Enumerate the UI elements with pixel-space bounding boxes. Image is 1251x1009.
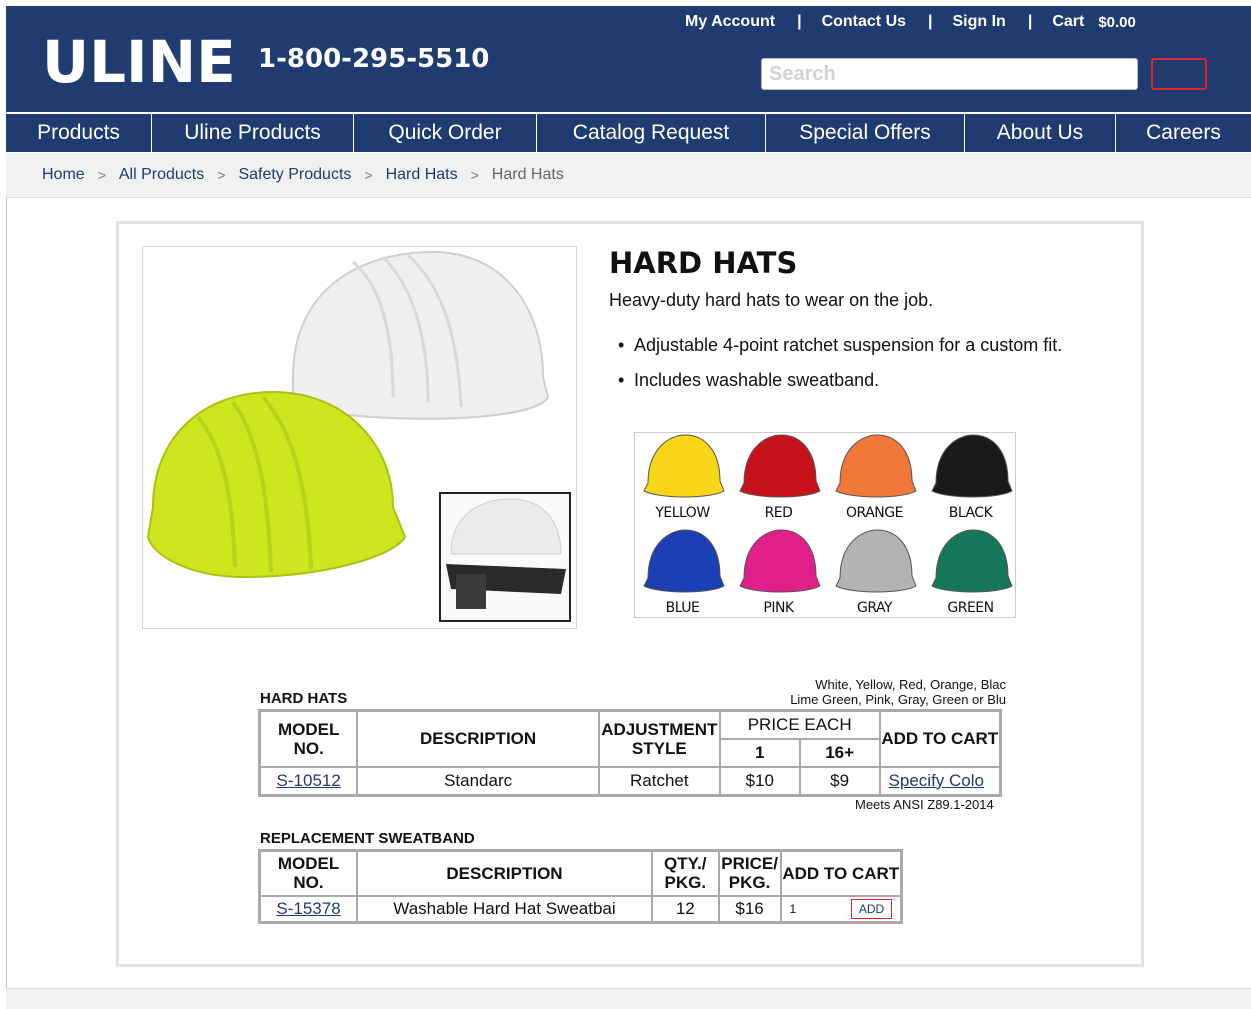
header-add-to-cart: ADD TO CART [878,709,1002,768]
swatch-label: GREEN [947,600,994,616]
specify-color-link[interactable]: Specify Colo [889,771,984,790]
main-nav: Products Uline Products Quick Order Cata… [6,114,1251,152]
quantity-input[interactable]: 1 [790,902,797,916]
breadcrumb-safety-products[interactable]: Safety Products [238,166,351,184]
price-16-cell: $9 [798,765,881,797]
swatch-yellow: YELLOW [635,433,730,526]
color-swatch-grid: YELLOW RED ORANGE BLACK BLUE PINK GRAY G… [634,432,1016,618]
price-cell: $16 [717,894,782,924]
hat-shape [835,434,917,498]
sweatband-table-caption: REPLACEMENT SWEATBAND [260,830,475,847]
breadcrumb: Home > All Products > Safety Products > … [6,153,1251,198]
price-1-cell: $10 [718,765,801,797]
color-availability-note: White, Yellow, Red, Orange, Blac Lime Gr… [700,677,1006,707]
breadcrumb-separator: > [97,167,106,183]
separator: | [1027,13,1033,30]
table-row: S-10512 Standarc Ratchet $10 $9 Specify … [258,765,1002,797]
swatch-label: YELLOW [655,505,710,521]
swatch-label: ORANGE [846,505,903,521]
hard-hats-table-caption: HARD HATS [260,690,348,707]
qty-cell: 12 [650,894,720,924]
breadcrumb-current: Hard Hats [491,166,564,183]
breadcrumb-hard-hats[interactable]: Hard Hats [386,166,458,184]
hat-shape [931,434,1013,498]
hard-hats-table: MODEL NO. DESCRIPTION ADJUSTMENT STYLE P… [258,709,1002,797]
header-add-to-cart: ADD TO CART [779,849,903,897]
sign-in-link[interactable]: Sign In [953,13,1006,31]
top-links: My Account | Contact Us | Sign In | Cart… [685,12,1136,32]
header-qty-16: 16+ [798,737,881,768]
adjustment-cell: Ratchet [597,765,721,797]
hat-shape [835,529,917,593]
description-cell: Washable Hard Hat Sweatbai [356,894,653,924]
note-line: Lime Green, Pink, Gray, Green or Blu [790,692,1006,707]
sweatband-table: MODEL NO. DESCRIPTION QTY./ PKG. PRICE/ … [258,849,903,924]
header-price-each: PRICE EACH [718,709,881,740]
my-account-link[interactable]: My Account [685,13,775,31]
hat-shape [643,529,725,593]
breadcrumb-separator: > [217,167,226,183]
uline-logo[interactable]: ULINE [42,28,236,96]
header-qty-1: 1 [718,737,801,768]
swatch-orange: ORANGE [827,433,922,526]
swatch-black: BLACK [923,433,1018,526]
separator: | [928,13,933,30]
search-button[interactable] [1151,58,1207,90]
phone-number: 1-800-295-5510 [258,44,490,74]
contact-us-link[interactable]: Contact Us [822,13,906,31]
header-model: MODEL NO. [258,709,359,768]
breadcrumb-separator: > [364,167,373,183]
nav-careers[interactable]: Careers [1116,114,1251,152]
header-description: DESCRIPTION [356,709,600,768]
breadcrumb-home[interactable]: Home [42,166,85,184]
swatch-label: BLACK [948,505,993,521]
hat-shape [643,434,725,498]
cart-amount: $0.00 [1098,13,1136,31]
swatch-blue: BLUE [635,528,730,621]
product-subtitle: Heavy-duty hard hats to wear on the job. [609,290,934,310]
ansi-footnote: Meets ANSI Z89.1-2014 [855,797,994,812]
table-row: S-15378 Washable Hard Hat Sweatbai 12 $1… [258,894,903,924]
swatch-label: PINK [763,600,794,616]
add-to-cart-cell: 1 ADD [779,894,903,924]
header-price-pkg: PRICE/ PKG. [717,849,782,897]
model-link[interactable]: S-15378 [276,899,340,918]
suspension-inset-image [439,492,571,622]
swatch-red: RED [731,433,826,526]
hat-shape [931,529,1013,593]
note-line: White, Yellow, Red, Orange, Blac [815,677,1006,692]
header-adjustment: ADJUSTMENT STYLE [597,709,721,768]
breadcrumb-separator: > [470,167,479,183]
header-model: MODEL NO. [258,849,359,897]
footer-bar [6,988,1251,1009]
swatch-label: GRAY [856,600,893,616]
description-cell: Standarc [356,765,600,797]
swatch-label: BLUE [665,600,700,616]
nav-quick-order[interactable]: Quick Order [354,114,537,152]
cart-link[interactable]: Cart [1052,13,1084,31]
breadcrumb-all-products[interactable]: All Products [119,166,204,184]
nav-about-us[interactable]: About Us [965,114,1116,152]
feature-item: Includes washable sweatband. [618,370,1088,391]
separator: | [797,13,802,30]
search-input[interactable] [761,58,1138,90]
hat-shape [739,529,821,593]
model-link[interactable]: S-10512 [277,771,341,790]
swatch-label: RED [764,505,793,521]
nav-catalog-request[interactable]: Catalog Request [537,114,766,152]
nav-special-offers[interactable]: Special Offers [766,114,965,152]
header-qty-pkg: QTY./ PKG. [650,849,720,897]
nav-products[interactable]: Products [6,114,152,152]
swatch-green: GREEN [923,528,1018,621]
feature-list: Adjustable 4-point ratchet suspension fo… [618,335,1088,405]
hat-shape [739,434,821,498]
swatch-pink: PINK [731,528,826,621]
swatch-gray: GRAY [827,528,922,621]
nav-uline-products[interactable]: Uline Products [152,114,354,152]
product-title: HARD HATS [609,246,798,280]
add-button[interactable]: ADD [851,898,892,919]
feature-item: Adjustable 4-point ratchet suspension fo… [618,335,1088,356]
header-description: DESCRIPTION [356,849,653,897]
